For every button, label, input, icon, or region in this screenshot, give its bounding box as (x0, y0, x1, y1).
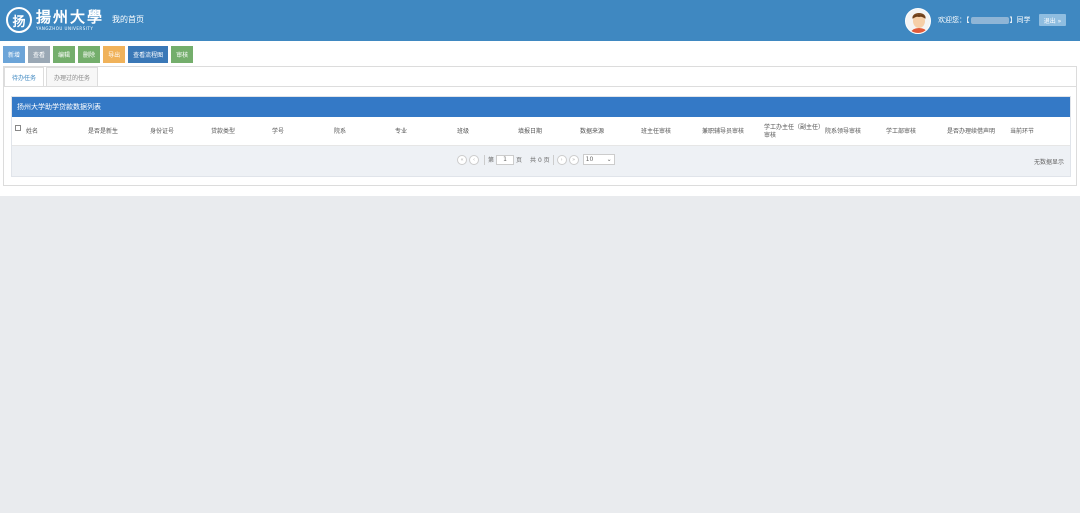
logo-subtitle: YANGZHOU UNIVERSITY (36, 25, 94, 31)
grid-header-row: 姓名 是否是新生 身份证号 贷款类型 学号 院系 专业 班级 填报日期 数据来源… (12, 117, 1070, 146)
view-button[interactable]: 查看 (28, 46, 51, 63)
top-header: 扬 揚州大學 YANGZHOU UNIVERSITY 我的首页 欢迎您：【 】同… (0, 0, 1080, 41)
content-panel: 待办任务 办理过的任务 扬州大学助学贷款数据列表 姓名 是否是新生 身份证号 贷… (3, 66, 1077, 186)
welcome-text: 欢迎您：【 】同学 (938, 16, 1031, 24)
next-page-icon[interactable]: › (556, 154, 567, 165)
tab-pending-tasks[interactable]: 待办任务 (4, 67, 45, 86)
column-header[interactable]: 姓名 (26, 117, 76, 146)
task-tabs: 待办任务 办理过的任务 (4, 67, 100, 86)
column-header[interactable]: 学工办主任（副主任）审核 (764, 117, 822, 146)
column-header[interactable]: 数据来源 (580, 117, 638, 146)
column-header[interactable]: 班级 (457, 117, 515, 146)
export-button[interactable]: 导出 (103, 46, 126, 63)
column-header[interactable]: 院系 (334, 117, 392, 146)
pagination: « ‹ 第 1 页 共 0 页 › » 10 ⌄ (457, 154, 615, 165)
last-page-icon[interactable]: » (568, 154, 579, 165)
no-data-message: 无数据显示 (1033, 159, 1064, 166)
column-header[interactable]: 学工部审核 (886, 117, 944, 146)
logo-emblem-icon: 扬 (6, 7, 32, 33)
column-header[interactable]: 学号 (272, 117, 330, 146)
column-header[interactable]: 是否是新生 (88, 117, 146, 146)
column-header[interactable]: 身份证号 (150, 117, 208, 146)
first-page-icon[interactable]: « (457, 154, 467, 165)
page-size-select[interactable]: 10 ⌄ (582, 154, 615, 165)
empty-workspace (0, 196, 1080, 513)
grid-title: 扬州大学助学贷款数据列表 (12, 97, 1070, 117)
grid-pager-bar: « ‹ 第 1 页 共 0 页 › » 10 ⌄ 无数据显示 (12, 146, 1070, 176)
logout-button[interactable]: 退出 » (1039, 14, 1066, 26)
column-header[interactable]: 填报日期 (518, 117, 576, 146)
logo-title: 揚州大學 (36, 7, 105, 26)
add-button[interactable]: 新增 (3, 46, 26, 63)
review-button[interactable]: 审核 (171, 46, 194, 63)
column-header[interactable]: 贷款类型 (211, 117, 269, 146)
user-avatar-icon (905, 8, 931, 34)
page-number-input[interactable]: 1 (496, 154, 515, 165)
view-flowchart-button[interactable]: 查看流程图 (128, 46, 169, 63)
tab-handled-tasks[interactable]: 办理过的任务 (46, 67, 99, 86)
column-header[interactable]: 专业 (395, 117, 453, 146)
loan-data-grid: 扬州大学助学贷款数据列表 姓名 是否是新生 身份证号 贷款类型 学号 院系 专业… (11, 96, 1071, 177)
edit-button[interactable]: 编辑 (53, 46, 76, 63)
university-logo: 扬 揚州大學 YANGZHOU UNIVERSITY (6, 6, 104, 34)
column-header[interactable]: 班主任审核 (641, 117, 699, 146)
column-header[interactable]: 是否办理续借声明 (947, 117, 1009, 146)
action-toolbar: 新增 查看 编辑 删除 导出 查看流程图 审核 (3, 46, 194, 63)
chevron-down-icon: ⌄ (606, 156, 612, 163)
delete-button[interactable]: 删除 (78, 46, 101, 63)
select-all-checkbox[interactable] (15, 125, 21, 131)
user-name-redacted (970, 16, 1009, 24)
total-pages: 共 0 页 (530, 157, 550, 164)
nav-home-link[interactable]: 我的首页 (112, 14, 144, 25)
column-header[interactable]: 当前环节 (1010, 117, 1068, 146)
prev-page-icon[interactable]: ‹ (469, 154, 479, 165)
column-header[interactable]: 兼职辅导员审核 (702, 117, 760, 146)
column-header[interactable]: 院系领导审核 (825, 117, 883, 146)
